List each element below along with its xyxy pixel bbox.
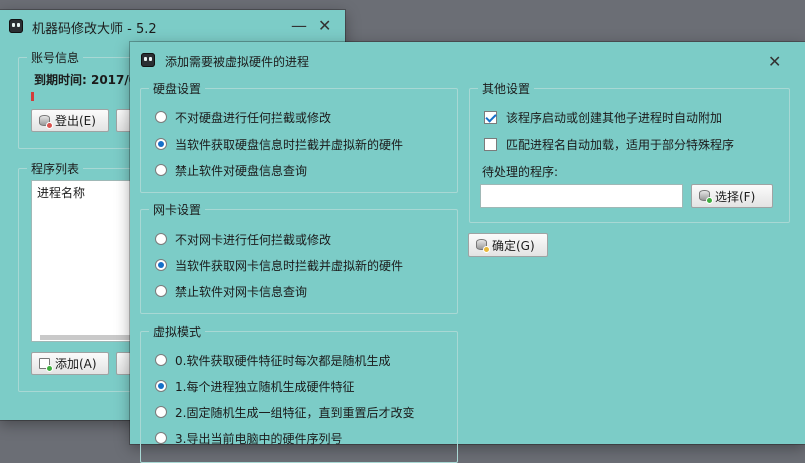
disk-option-2-label: 禁止软件对硬盘信息查询 — [175, 163, 308, 178]
nic-option-1[interactable]: 当软件获取网卡信息时拦截并虚拟新的硬件 — [155, 256, 403, 274]
nic-option-2[interactable]: 禁止软件对网卡信息查询 — [155, 282, 307, 300]
nic-option-0[interactable]: 不对网卡进行任何拦截或修改 — [155, 230, 331, 248]
virtual-mode-title: 虚拟模式 — [149, 323, 206, 340]
choose-label: 选择(F) — [715, 189, 756, 204]
disk-option-2[interactable]: 禁止软件对硬盘信息查询 — [155, 161, 307, 179]
match-process-checkbox[interactable]: 匹配进程名自动加载，适用于部分特殊程序 — [484, 135, 734, 153]
expire-progress-marker — [31, 92, 34, 101]
disk-option-1-label: 当软件获取硬盘信息时拦截并虚拟新的硬件 — [175, 137, 404, 152]
virtual-option-3[interactable]: 3.导出当前电脑中的硬件序列号 — [155, 429, 342, 447]
radio-button-selected[interactable] — [155, 259, 167, 271]
pending-program-input[interactable] — [480, 184, 683, 208]
radio-button-selected[interactable] — [155, 380, 167, 392]
account-group-title: 账号信息 — [27, 49, 84, 66]
dialog-title: 添加需要被虚拟硬件的进程 — [165, 55, 310, 69]
app-icon — [9, 19, 23, 33]
add-label: 添加(A) — [55, 357, 97, 371]
dialog-close-icon[interactable]: ✕ — [768, 52, 781, 71]
virtual-option-2-label: 2.固定随机生成一组特征，直到重置后才改变 — [175, 405, 415, 420]
close-icon[interactable]: ✕ — [318, 16, 331, 35]
radio-button[interactable] — [155, 233, 167, 245]
radio-button[interactable] — [155, 406, 167, 418]
disk-option-1[interactable]: 当软件获取硬盘信息时拦截并虚拟新的硬件 — [155, 135, 403, 153]
logout-icon — [38, 114, 53, 129]
checkbox-checked[interactable] — [484, 110, 497, 124]
program-group-title: 程序列表 — [27, 160, 84, 177]
virtual-option-0-label: 0.软件获取硬件特征时每次都是随机生成 — [175, 353, 391, 368]
process-list[interactable]: 进程名称 — [31, 180, 141, 342]
nic-option-2-label: 禁止软件对网卡信息查询 — [175, 284, 308, 299]
confirm-label: 确定(G) — [492, 238, 535, 253]
pending-program-label: 待处理的程序: — [482, 165, 559, 179]
auto-attach-label: 该程序启动或创建其他子进程时自动附加 — [506, 110, 723, 125]
expire-time: 到期时间: 2017/0 — [34, 73, 138, 87]
radio-button-selected[interactable] — [155, 138, 167, 150]
virtual-option-1[interactable]: 1.每个进程独立随机生成硬件特征 — [155, 377, 354, 395]
virtual-option-1-label: 1.每个进程独立随机生成硬件特征 — [175, 379, 355, 394]
virtual-mode-group: 虚拟模式 0.软件获取硬件特征时每次都是随机生成 1.每个进程独立随机生成硬件特… — [140, 323, 458, 463]
dialog-window: 添加需要被虚拟硬件的进程 ✕ 硬盘设置 不对硬盘进行任何拦截或修改 当软件获取硬… — [130, 42, 805, 463]
disk-option-0-label: 不对硬盘进行任何拦截或修改 — [175, 110, 332, 125]
radio-button[interactable] — [155, 285, 167, 297]
radio-button[interactable] — [155, 354, 167, 366]
main-title: 机器码修改大师 - 5.2 — [32, 22, 157, 37]
nic-settings-group: 网卡设置 不对网卡进行任何拦截或修改 当软件获取网卡信息时拦截并虚拟新的硬件 禁… — [140, 201, 458, 314]
add-button[interactable]: 添加(A) — [31, 352, 109, 375]
choose-icon — [698, 189, 713, 204]
list-scrollbar[interactable] — [40, 335, 135, 340]
auto-attach-checkbox[interactable]: 该程序启动或创建其他子进程时自动附加 — [484, 108, 722, 126]
dialog-app-icon — [141, 53, 155, 67]
disk-option-0[interactable]: 不对硬盘进行任何拦截或修改 — [155, 108, 331, 126]
confirm-button[interactable]: 确定(G) — [468, 233, 548, 257]
other-settings-title: 其他设置 — [478, 80, 535, 97]
process-column-header[interactable]: 进程名称 — [37, 184, 85, 201]
radio-button[interactable] — [155, 111, 167, 123]
nic-option-0-label: 不对网卡进行任何拦截或修改 — [175, 232, 332, 247]
virtual-option-2[interactable]: 2.固定随机生成一组特征，直到重置后才改变 — [155, 403, 414, 421]
match-process-label: 匹配进程名自动加载，适用于部分特殊程序 — [506, 137, 735, 152]
dialog-titlebar: 添加需要被虚拟硬件的进程 ✕ — [130, 42, 805, 74]
logout-button[interactable]: 登出(E) — [31, 109, 109, 132]
disk-settings-group: 硬盘设置 不对硬盘进行任何拦截或修改 当软件获取硬盘信息时拦截并虚拟新的硬件 禁… — [140, 80, 458, 193]
main-titlebar: 机器码修改大师 - 5.2 — ✕ — [0, 10, 345, 42]
radio-button[interactable] — [155, 432, 167, 444]
minimize-icon[interactable]: — — [291, 16, 307, 35]
checkbox[interactable] — [484, 137, 497, 151]
disk-settings-title: 硬盘设置 — [149, 80, 206, 97]
virtual-option-0[interactable]: 0.软件获取硬件特征时每次都是随机生成 — [155, 351, 390, 369]
nic-settings-title: 网卡设置 — [149, 201, 206, 218]
add-icon — [38, 357, 53, 372]
choose-button[interactable]: 选择(F) — [691, 184, 773, 208]
nic-option-1-label: 当软件获取网卡信息时拦截并虚拟新的硬件 — [175, 258, 404, 273]
radio-button[interactable] — [155, 164, 167, 176]
confirm-icon — [475, 238, 490, 253]
other-settings-group: 其他设置 该程序启动或创建其他子进程时自动附加 匹配进程名自动加载，适用于部分特… — [469, 80, 790, 223]
logout-label: 登出(E) — [55, 114, 96, 128]
